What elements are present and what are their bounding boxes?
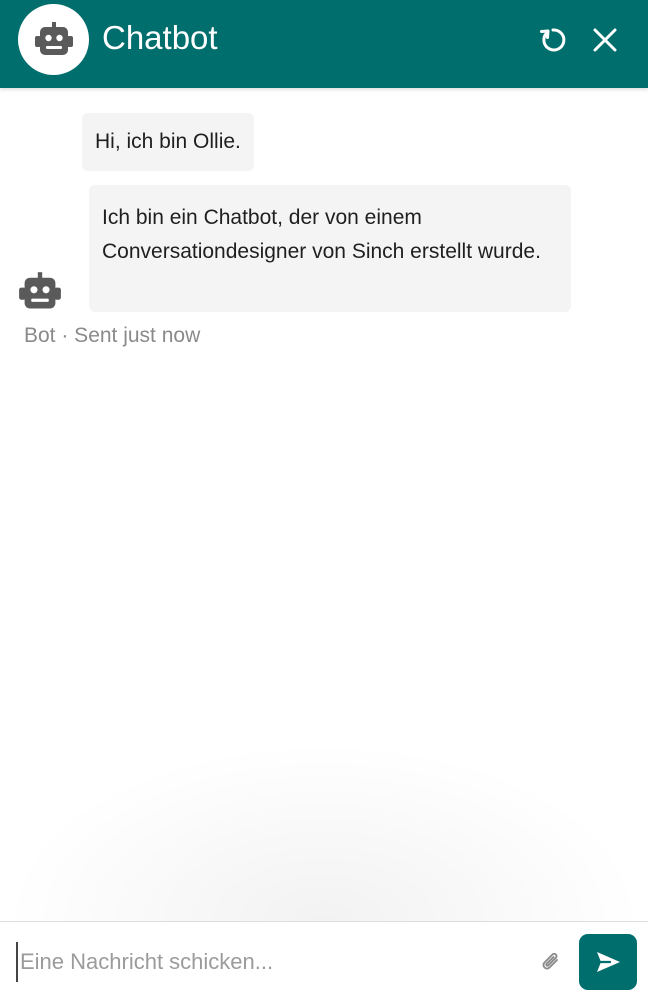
bot-message-avatar xyxy=(18,272,62,312)
header-title: Chatbot xyxy=(102,19,218,56)
restart-button[interactable] xyxy=(533,20,573,60)
chat-widget: Chatbot Hi, ich bin Ollie. Ich bin ein C… xyxy=(0,0,648,999)
bot-avatar xyxy=(18,4,89,75)
restart-icon xyxy=(540,28,566,52)
message-meta: Bot · Sent just now xyxy=(24,324,201,347)
bot-message: Hi, ich bin Ollie. xyxy=(82,113,254,171)
close-icon xyxy=(593,28,617,52)
send-icon xyxy=(597,952,620,972)
robot-icon xyxy=(34,21,73,55)
close-button[interactable] xyxy=(585,20,625,60)
send-button[interactable] xyxy=(579,934,637,990)
paperclip-icon xyxy=(542,952,558,970)
message-input[interactable] xyxy=(16,942,526,982)
fade-overlay xyxy=(0,740,648,921)
composer xyxy=(0,921,648,999)
attach-button[interactable] xyxy=(536,946,566,978)
bot-message: Ich bin ein Chatbot, der von einem Conve… xyxy=(89,185,571,312)
robot-icon xyxy=(19,272,61,309)
chat-header: Chatbot xyxy=(0,0,648,88)
